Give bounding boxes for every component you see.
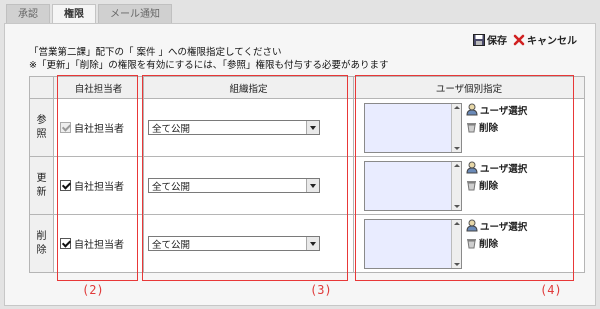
instruction-line-1: 「営業第二課」配下の「 案件 」への権限指定してください <box>29 47 282 58</box>
organization-select[interactable]: 全て公開 <box>148 178 320 193</box>
checkbox-box[interactable] <box>60 238 71 249</box>
delete-button[interactable]: 削除 <box>466 120 527 134</box>
organization-select[interactable]: 全て公開 <box>148 120 320 135</box>
annotation-label-4: (4) <box>540 283 562 297</box>
user-icon <box>466 161 478 174</box>
scrollbar[interactable] <box>451 219 461 268</box>
trash-icon <box>467 180 476 190</box>
table-row: 参 照 自社担当者 全て公開 ユーザ選択 削除 <box>29 98 585 157</box>
trash-icon <box>467 122 476 132</box>
action-bar: 保存 キャンセル <box>473 32 577 47</box>
checkbox-label: 自社担当者 <box>74 124 124 135</box>
row-label: 参 照 <box>29 98 54 157</box>
instructions: 「営業第二課」配下の「 案件 」への権限指定してください ※「更新」「削除」の権… <box>29 46 389 72</box>
dropdown-arrow-icon[interactable] <box>306 121 319 134</box>
permission-table: 自社担当者 組織指定 ユーザ個別指定 参 照 自社担当者 全て公開 ユーザ選択 … <box>29 76 585 273</box>
tab-bar: 承認 権限 メール通知 <box>6 4 174 24</box>
user-list[interactable] <box>364 160 462 211</box>
header-row: 自社担当者 組織指定 ユーザ個別指定 <box>29 76 585 99</box>
close-icon <box>513 34 525 45</box>
own-staff-checkbox[interactable]: 自社担当者 <box>54 120 143 135</box>
tab-approval[interactable]: 承認 <box>6 4 50 24</box>
annotation-label-3: (3) <box>310 283 332 297</box>
user-icon <box>466 219 478 232</box>
table-row: 更 新 自社担当者 全て公開 ユーザ選択 削除 <box>29 156 585 215</box>
user-select-button[interactable]: ユーザ選択 <box>466 219 527 233</box>
delete-button[interactable]: 削除 <box>466 236 527 250</box>
save-label: 保存 <box>487 36 507 47</box>
header-organization: 組織指定 <box>143 76 354 99</box>
select-value: 全て公開 <box>152 239 191 251</box>
cancel-button[interactable]: キャンセル <box>513 32 577 47</box>
trash-icon <box>467 238 476 248</box>
table-row: 削 除 自社担当者 全て公開 ユーザ選択 削除 <box>29 214 585 273</box>
dropdown-arrow-icon[interactable] <box>306 179 319 192</box>
user-select-button[interactable]: ユーザ選択 <box>466 161 527 175</box>
cancel-label: キャンセル <box>527 36 577 47</box>
row-label: 削 除 <box>29 214 54 273</box>
instruction-line-2: ※「更新」「削除」の権限を有効にするには、「参照」権限も付与する必要があります <box>29 60 389 71</box>
header-own-staff: 自社担当者 <box>53 76 144 99</box>
checkbox-label: 自社担当者 <box>74 240 124 251</box>
organization-select[interactable]: 全て公開 <box>148 236 320 251</box>
user-list[interactable] <box>364 102 462 153</box>
select-value: 全て公開 <box>152 181 191 193</box>
tab-mail-notification[interactable]: メール通知 <box>98 4 172 24</box>
scrollbar[interactable] <box>451 103 461 152</box>
row-label: 更 新 <box>29 156 54 215</box>
user-select-button[interactable]: ユーザ選択 <box>466 103 527 117</box>
select-value: 全て公開 <box>152 123 191 135</box>
annotation-label-2: (2) <box>82 283 104 297</box>
user-icon <box>466 103 478 116</box>
save-button[interactable]: 保存 <box>473 32 507 47</box>
checkbox-box[interactable] <box>60 122 71 133</box>
dropdown-arrow-icon[interactable] <box>306 237 319 250</box>
delete-button[interactable]: 削除 <box>466 178 527 192</box>
permissions-panel: 保存 キャンセル 「営業第二課」配下の「 案件 」への権限指定してください ※「… <box>4 23 596 306</box>
user-list[interactable] <box>364 218 462 269</box>
own-staff-checkbox[interactable]: 自社担当者 <box>54 178 143 193</box>
own-staff-checkbox[interactable]: 自社担当者 <box>54 236 143 251</box>
checkbox-label: 自社担当者 <box>74 182 124 193</box>
floppy-disk-icon <box>473 33 485 46</box>
checkbox-box[interactable] <box>60 180 71 191</box>
scrollbar[interactable] <box>451 161 461 210</box>
header-blank <box>29 76 54 99</box>
header-user-specific: ユーザ個別指定 <box>353 76 585 99</box>
tab-permissions[interactable]: 権限 <box>52 4 96 24</box>
